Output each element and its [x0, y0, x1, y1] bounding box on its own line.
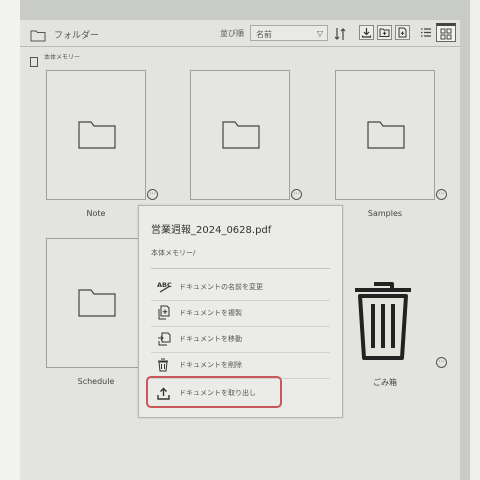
sort-select-value: 名前 — [256, 30, 272, 39]
menu-item-label: ドキュメントの名前を変更 — [179, 283, 263, 291]
device-icon — [30, 52, 38, 71]
new-document-button[interactable] — [395, 25, 410, 40]
grid-view-icon — [440, 28, 452, 40]
toolbar-title: フォルダー — [54, 31, 100, 41]
new-folder-button[interactable] — [377, 25, 392, 40]
folder-icon — [78, 121, 116, 153]
duplicate-icon — [157, 305, 171, 324]
device-bezel-right — [470, 0, 480, 480]
more-options-icon[interactable]: ⋯ — [291, 189, 302, 200]
new-document-icon — [398, 27, 407, 38]
sort-select[interactable]: 名前 ▽ — [250, 25, 328, 41]
tile-label: Samples — [367, 209, 403, 218]
trash-icon — [157, 357, 169, 376]
menu-item-delete[interactable]: ドキュメントを削除 — [151, 352, 332, 378]
list-view-icon — [421, 28, 431, 37]
folder-tile-schedule[interactable] — [46, 238, 146, 368]
grid-view-button[interactable] — [436, 23, 456, 42]
list-view-button[interactable] — [416, 23, 436, 42]
divider — [151, 268, 330, 269]
chevron-down-icon: ▽ — [316, 29, 323, 38]
menu-item-label: ドキュメントを複製 — [179, 309, 242, 317]
folder-icon — [367, 121, 405, 153]
tile-label: Note — [86, 209, 106, 218]
document-file-name: 営業週報_2024_0628.pdf — [151, 225, 272, 236]
export-highlight-box — [146, 376, 282, 408]
menu-item-rename[interactable]: ABC ドキュメントの名前を変更 — [151, 274, 332, 300]
import-button[interactable] — [359, 25, 374, 40]
new-folder-icon — [379, 28, 390, 37]
menu-item-duplicate[interactable]: ドキュメントを複製 — [151, 300, 332, 326]
breadcrumb-text: 本体メモリー — [44, 54, 81, 61]
folder-tile-2[interactable] — [190, 70, 290, 200]
device-bezel-left — [0, 0, 20, 480]
tile-label: Schedule — [77, 377, 115, 386]
svg-text:ABC: ABC — [157, 281, 172, 289]
folder-tile-note[interactable] — [46, 70, 146, 200]
sort-direction-icon[interactable] — [334, 26, 346, 45]
menu-item-move[interactable]: ドキュメントを移動 — [151, 326, 332, 352]
rename-abc-icon: ABC — [157, 279, 173, 298]
menu-item-label: ドキュメントを削除 — [179, 361, 242, 369]
more-options-icon[interactable]: ⋯ — [147, 189, 158, 200]
folder-icon — [78, 289, 116, 321]
menu-item-label: ドキュメントを移動 — [179, 335, 242, 343]
tile-label: ごみ箱 — [373, 378, 397, 387]
download-icon — [361, 28, 372, 38]
folder-tile-samples[interactable] — [335, 70, 435, 200]
folder-icon — [30, 27, 46, 46]
folder-icon — [222, 121, 260, 153]
more-options-icon[interactable]: ⋯ — [436, 189, 447, 200]
document-path: 本体メモリー/ — [151, 249, 196, 257]
more-options-icon[interactable]: ⋯ — [436, 357, 447, 368]
trash-bin-icon[interactable] — [352, 278, 414, 366]
move-icon — [157, 331, 173, 350]
toolbar: フォルダー 並び順 名前 ▽ — [20, 20, 460, 47]
sort-label: 並び順 — [220, 29, 244, 38]
